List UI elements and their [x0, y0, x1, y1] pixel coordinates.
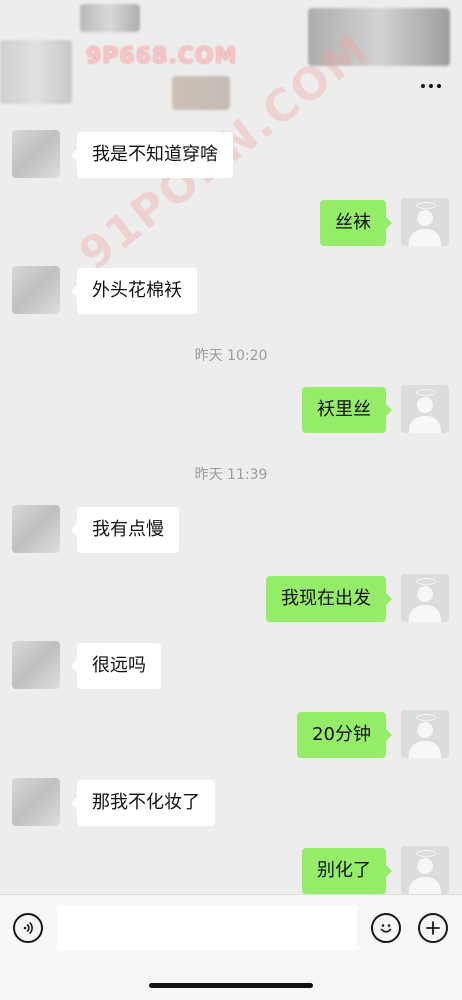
timestamp: 昨天 11:39: [194, 467, 268, 483]
plus-icon: [426, 921, 440, 935]
avatar-halo: [416, 389, 436, 396]
message-bubble[interactable]: 外头花棉袄: [71, 268, 197, 314]
user-avatar[interactable]: [401, 198, 449, 246]
contact-avatar[interactable]: [12, 641, 60, 689]
more-icon: [421, 84, 425, 88]
avatar-body: [409, 741, 441, 758]
message-bubble[interactable]: 丝袜: [320, 200, 392, 246]
input-bar: [0, 894, 462, 1000]
contact-avatar[interactable]: [12, 266, 60, 314]
avatar-head: [417, 210, 433, 226]
user-avatar[interactable]: [401, 846, 449, 894]
more-button[interactable]: [418, 74, 444, 98]
more-icon-dot: [437, 84, 441, 88]
timestamp: 昨天 10:20: [194, 348, 268, 364]
message-row: 丝袜: [0, 198, 462, 258]
plus-button[interactable]: [418, 913, 448, 943]
message-bubble[interactable]: 别化了: [302, 848, 392, 894]
avatar-body: [409, 877, 441, 894]
avatar-body: [409, 416, 441, 433]
contact-avatar[interactable]: [12, 778, 60, 826]
message-bubble[interactable]: 很远吗: [71, 643, 161, 689]
emoji-icon: [380, 924, 392, 933]
watermark-top: 9P668.COM: [86, 44, 238, 69]
avatar-body: [409, 229, 441, 246]
message-row: 很远吗: [0, 641, 462, 701]
avatar-halo: [416, 850, 436, 857]
user-avatar[interactable]: [401, 385, 449, 433]
blurred-region: [80, 4, 140, 32]
chat-header: 9P668.COM: [0, 0, 462, 112]
message-row: 那我不化妆了: [0, 778, 462, 838]
message-bubble[interactable]: 我现在出发: [266, 576, 392, 622]
more-icon-dot: [429, 84, 433, 88]
message-row: 我有点慢: [0, 505, 462, 565]
contact-avatar[interactable]: [12, 130, 60, 178]
voice-icon: [23, 922, 33, 934]
message-row: 20分钟: [0, 710, 462, 770]
message-row: 袄里丝: [0, 385, 462, 445]
contact-avatar[interactable]: [12, 505, 60, 553]
voice-button[interactable]: [13, 913, 43, 943]
blurred-region: [0, 40, 72, 104]
message-bubble[interactable]: 那我不化妆了: [71, 780, 215, 826]
avatar-head: [417, 722, 433, 738]
message-bubble[interactable]: 20分钟: [297, 712, 392, 758]
message-row: 我是不知道穿啥: [0, 130, 462, 190]
home-indicator[interactable]: [149, 983, 313, 988]
blurred-region: [172, 76, 230, 110]
avatar-head: [417, 586, 433, 602]
avatar-head: [417, 397, 433, 413]
avatar-head: [417, 858, 433, 874]
user-avatar[interactable]: [401, 574, 449, 622]
avatar-halo: [416, 202, 436, 209]
message-bubble[interactable]: 我是不知道穿啥: [71, 132, 233, 178]
emoji-button[interactable]: [371, 913, 401, 943]
avatar-halo: [416, 714, 436, 721]
user-avatar[interactable]: [401, 710, 449, 758]
avatar-halo: [416, 578, 436, 585]
message-row: 我现在出发: [0, 574, 462, 634]
avatar-body: [409, 605, 441, 622]
chat-screen: 9P668.COM 91PORN.COM 我是不知道穿啥 丝袜 外头花棉袄 昨天…: [0, 0, 462, 1000]
message-bubble[interactable]: 袄里丝: [302, 387, 392, 433]
message-bubble[interactable]: 我有点慢: [71, 507, 179, 553]
message-input[interactable]: [57, 905, 357, 951]
message-row: 外头花棉袄: [0, 266, 462, 326]
